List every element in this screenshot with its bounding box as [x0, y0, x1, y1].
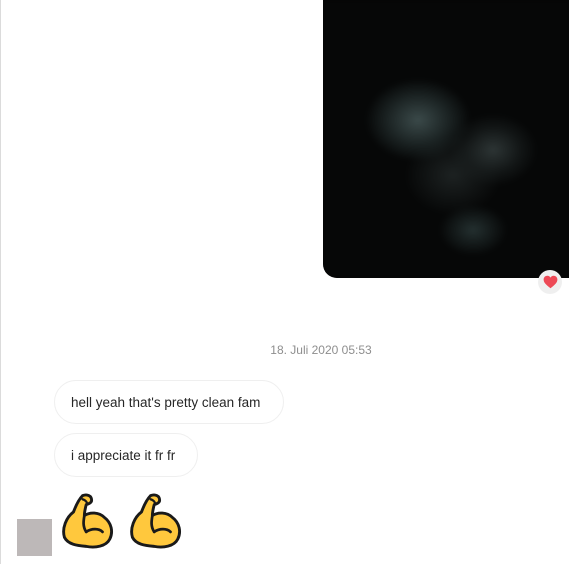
message-timestamp: 18. Juli 2020 05:53 [270, 343, 372, 357]
chat-thread: 18. Juli 2020 05:53 hell yeah that's pre… [0, 0, 569, 564]
avatar[interactable] [17, 519, 52, 556]
blurred-photo-content [323, 0, 569, 278]
heart-icon [543, 275, 557, 289]
flexed-biceps-icon [130, 493, 181, 549]
message-text: i appreciate it fr fr [71, 447, 176, 463]
flexed-biceps-icon [62, 493, 113, 549]
message-bubble[interactable]: i appreciate it fr fr [54, 433, 198, 477]
emoji-message[interactable] [59, 492, 185, 550]
shared-photo[interactable] [323, 0, 569, 278]
message-text: hell yeah that's pretty clean fam [71, 394, 261, 410]
heart-reaction-badge[interactable] [538, 270, 562, 294]
message-bubble[interactable]: hell yeah that's pretty clean fam [54, 380, 284, 424]
